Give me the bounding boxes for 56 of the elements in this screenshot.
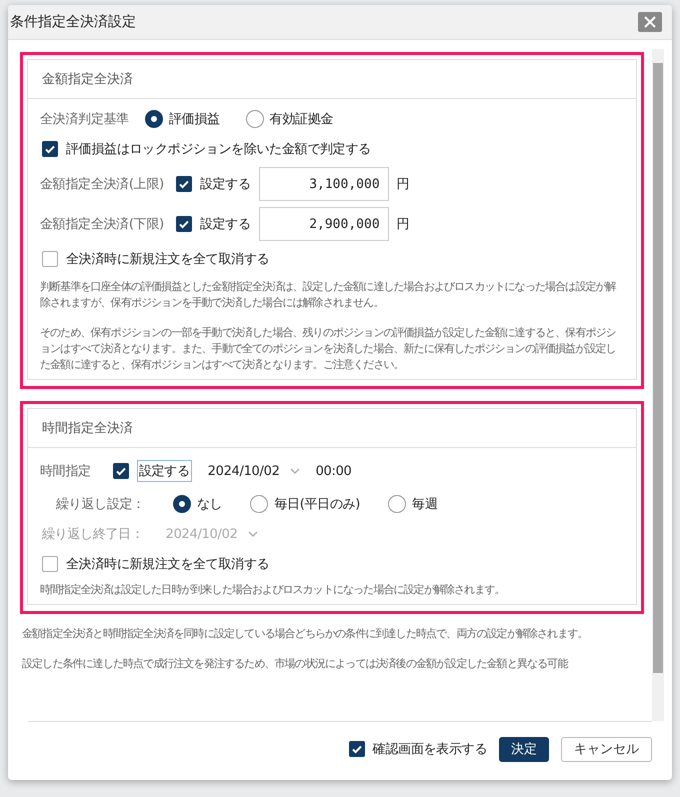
close-icon [644, 16, 656, 28]
checkbox-label[interactable]: 設定する [200, 175, 251, 193]
radio-label[interactable]: 有効証拠金 [270, 110, 334, 128]
checkbox-label[interactable]: 評価損益はロックポジションを除いた金額で判定する [66, 140, 371, 158]
field-label: 全決済判定基準 [40, 111, 129, 128]
checked-checkbox[interactable] [348, 741, 365, 757]
checkbox[interactable] [42, 251, 58, 267]
cancel-button[interactable]: キャンセル [561, 736, 652, 762]
chevron-down-icon [290, 468, 300, 474]
note-text: 判断基準を口座全体の評価損益とした金額指定全決済は、設定した金額に達した場合およびロスカットになった場合は設定が解除されますが、保有ポジションを手動で決済した場合には解除されません。 [40, 279, 618, 311]
radio-button[interactable] [144, 110, 163, 128]
radio-button[interactable] [246, 110, 264, 128]
check-icon [114, 465, 127, 477]
checkbox-label[interactable]: 設定する [136, 460, 192, 482]
field-label: 金額指定全決済(上限) [40, 176, 164, 193]
check-icon [178, 218, 190, 230]
note-text: そのため、保有ポジションの一部を手動で決済した場合、残りのポジションの評価損益が設定した金額に達すると、保有ポジションはすべて決済となります。また、手動で全てのポジションを決済した場合、新たに保有したポジションの評価損益が設定した金額に達すると、保有ポジションはすべて決済となります。ご注意ください。 [40, 325, 617, 373]
check-icon [350, 743, 363, 755]
radio-button[interactable] [172, 495, 191, 513]
radio-button[interactable] [250, 495, 268, 513]
radio-label[interactable]: なし [196, 495, 222, 513]
checkbox-label[interactable]: 全決済時に新規注文を全て取消する [66, 555, 270, 573]
field-label: 繰り返し終了日： [42, 526, 144, 543]
unit-label: 円 [396, 216, 410, 233]
amount-input-field[interactable]: 2,900,000 [258, 207, 389, 241]
confirm-button[interactable]: 決定 [499, 736, 549, 762]
check-icon [44, 143, 56, 155]
checkbox-label[interactable]: 確認画面を表示する [372, 740, 487, 758]
section-title: 時間指定全決済 [42, 420, 133, 437]
unit-label: 円 [396, 176, 410, 193]
radio-button[interactable] [388, 495, 406, 513]
checked-checkbox[interactable] [112, 463, 129, 479]
note-text: 設定した条件に達した時点で成行注文を発注するため、市場の状況によっては決済後の金額が設定した金額と異なる可能 [22, 656, 569, 672]
checkbox[interactable] [42, 556, 58, 572]
window-title: 条件指定全決済設定 [10, 13, 136, 31]
checked-checkbox[interactable] [176, 176, 192, 192]
radio-label[interactable]: 評価損益 [168, 110, 220, 128]
field-label: 金額指定全決済(下限) [40, 216, 164, 233]
check-icon [178, 178, 190, 190]
date-select[interactable]: 2024/10/02 [208, 464, 280, 478]
time-field[interactable]: 00:00 [316, 464, 352, 478]
section-title: 金額指定全決済 [42, 71, 133, 88]
chevron-down-icon [248, 531, 258, 537]
checked-checkbox[interactable] [176, 216, 192, 232]
amount-input-field[interactable]: 3,100,000 [258, 167, 389, 201]
checkbox-label[interactable]: 全決済時に新規注文を全て取消する [66, 250, 270, 268]
radio-label[interactable]: 毎日(平日のみ) [274, 495, 360, 513]
note-text: 金額指定全決済と時間指定全決済を同時に設定している場合どちらかの条件に到達した時点で、両方の設定が解除されます。 [22, 626, 589, 642]
field-label: 時間指定 [40, 463, 91, 480]
checkbox-label[interactable]: 設定する [200, 215, 251, 233]
note-text: 時間指定全決済は設定した日時が到来した場合およびロスカットになった場合に設定が解除されます。 [40, 582, 506, 598]
close-button[interactable] [638, 12, 662, 32]
field-label: 繰り返し設定： [56, 496, 145, 513]
checked-checkbox[interactable] [42, 141, 58, 157]
scrollbar[interactable] [652, 49, 664, 721]
radio-label[interactable]: 毎週 [412, 495, 438, 513]
